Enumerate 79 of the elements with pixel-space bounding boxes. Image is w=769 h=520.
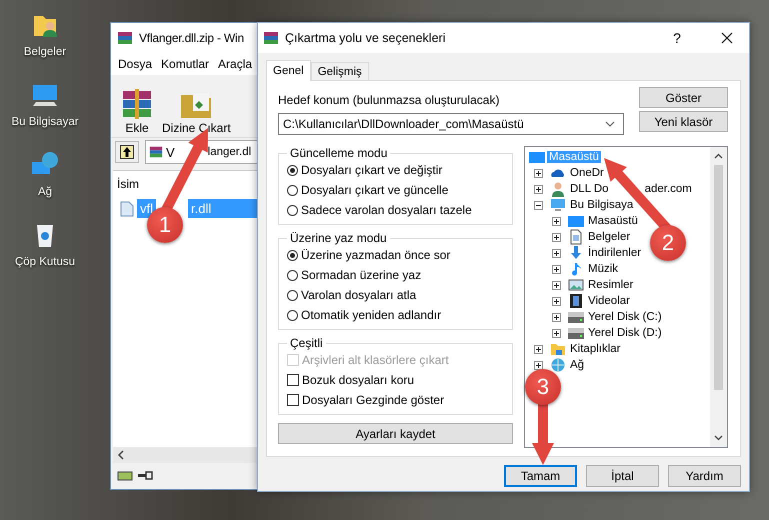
chevron-left-icon[interactable]	[117, 450, 125, 460]
tree-item[interactable]: Ağ	[568, 359, 586, 371]
scrollbar[interactable]	[113, 447, 257, 463]
tree-item[interactable]: OneDr	[568, 167, 606, 179]
radio-option[interactable]: Sadece varolan dosyaları tazele	[287, 200, 504, 220]
tree-item[interactable]: Bu Bilgisaya	[568, 199, 636, 211]
group-title: Üzerine yaz modu	[289, 231, 388, 245]
dialog-button[interactable]: İptal	[586, 465, 659, 487]
window-title: Vflanger.dll.zip - Win	[139, 31, 244, 45]
address-text: langer.dl	[208, 146, 252, 158]
up-arrow-icon	[120, 145, 134, 159]
group-title: Güncelleme modu	[289, 146, 388, 160]
stacked-books-icon	[120, 87, 154, 121]
dialog-button[interactable]: Göster	[639, 87, 728, 108]
destination-combo-box[interactable]: C:\Kullanıcılar\DllDownloader_com\Masaüstü	[278, 113, 624, 135]
key-icon	[137, 471, 153, 481]
radio-option[interactable]: Varolan dosyaları atla	[287, 285, 504, 305]
toolbar-button[interactable]: Ekle	[117, 75, 157, 137]
checkbox-option[interactable]: Dosyaları Gezginde göster	[287, 390, 504, 410]
desktop-icon-label: Ağ	[38, 186, 52, 198]
chevron-down-icon[interactable]	[714, 435, 723, 441]
monitor-icon	[529, 149, 545, 165]
checkbox-option[interactable]: Bozuk dosyaları koru	[287, 370, 504, 390]
tree-item[interactable]: Yerel Disk (D:)	[586, 327, 664, 339]
tree-item[interactable]: Videolar	[586, 295, 632, 307]
radio-option[interactable]: Sormadan üzerine yaz	[287, 265, 504, 285]
globe-icon	[550, 357, 566, 373]
radio-option[interactable]: Dosyaları çıkart ve güncelle	[287, 180, 504, 200]
menu-item[interactable]: Dosya	[118, 57, 152, 71]
tree-item[interactable]: DLL Do	[568, 183, 611, 195]
address-text: V	[166, 144, 175, 160]
scrollbar-thumb[interactable]	[714, 165, 723, 390]
tree-item[interactable]: Belgeler	[586, 231, 632, 243]
chevron-up-icon[interactable]	[714, 153, 723, 159]
tree-item[interactable]: Yerel Disk (C:)	[586, 311, 664, 323]
down-arrow-icon	[568, 245, 584, 261]
desktop-icon-label: Çöp Kutusu	[14, 256, 76, 268]
desktop-icon-label: Bu Bilgisayar	[11, 116, 79, 128]
radio-option[interactable]: Dosyaları çıkart ve değiştir	[287, 160, 504, 180]
tree-item[interactable]: Kitaplıklar	[568, 343, 622, 355]
tree-item[interactable]: İndirilenler	[586, 247, 644, 259]
monitor-icon	[568, 213, 584, 229]
radio-option[interactable]: Otomatik yeniden adlandır	[287, 305, 504, 325]
group-title: Çeşitli	[289, 336, 324, 350]
stacked-books-icon	[149, 145, 163, 159]
folder-icon	[550, 341, 566, 357]
menu-item[interactable]: Komutlar	[161, 57, 210, 71]
dialog-button[interactable]: Tamam	[504, 465, 577, 487]
tree-item[interactable]: Resimler	[586, 279, 636, 291]
desktop-icon-label: Belgeler	[24, 46, 66, 58]
person-icon	[550, 181, 566, 197]
save-settings-button[interactable]: Ayarları kaydet	[278, 423, 513, 444]
tree-item[interactable]: ader.com	[644, 183, 692, 195]
up-folder-button[interactable]	[115, 141, 139, 163]
drive-icon	[568, 325, 584, 341]
menu-item[interactable]: Araçla	[218, 57, 252, 71]
column-header[interactable]: İsim	[113, 171, 257, 195]
stacked-books-icon	[263, 30, 279, 46]
dialog-button[interactable]: Yeni klasör	[639, 111, 728, 132]
help-button[interactable]: ?	[655, 24, 699, 52]
chevron-down-icon	[605, 121, 615, 127]
picture-icon	[568, 277, 584, 293]
tab[interactable]: Gelişmiş	[310, 62, 369, 80]
tree-item[interactable]: Müzik	[586, 263, 620, 275]
scrollbar[interactable]	[710, 147, 727, 447]
film-icon	[568, 293, 584, 309]
document-icon	[568, 229, 584, 245]
file-icon	[120, 200, 134, 216]
stacked-books-icon	[117, 30, 133, 46]
dialog-button[interactable]: Yardım	[668, 465, 741, 487]
radio-option[interactable]: Üzerine yazmadan önce sor	[287, 245, 504, 265]
tree-item[interactable]: Masaüstü	[586, 215, 640, 227]
tab[interactable]: Genel	[266, 60, 311, 81]
dialog-title: Çıkartma yolu ve seçenekleri	[285, 31, 446, 45]
computer-icon	[550, 197, 566, 213]
field-label: Hedef konum (bulunmazsa oluşturulacak)	[278, 93, 500, 107]
drive-icon	[568, 309, 584, 325]
drive-icon	[117, 470, 133, 482]
close-icon	[721, 32, 733, 44]
